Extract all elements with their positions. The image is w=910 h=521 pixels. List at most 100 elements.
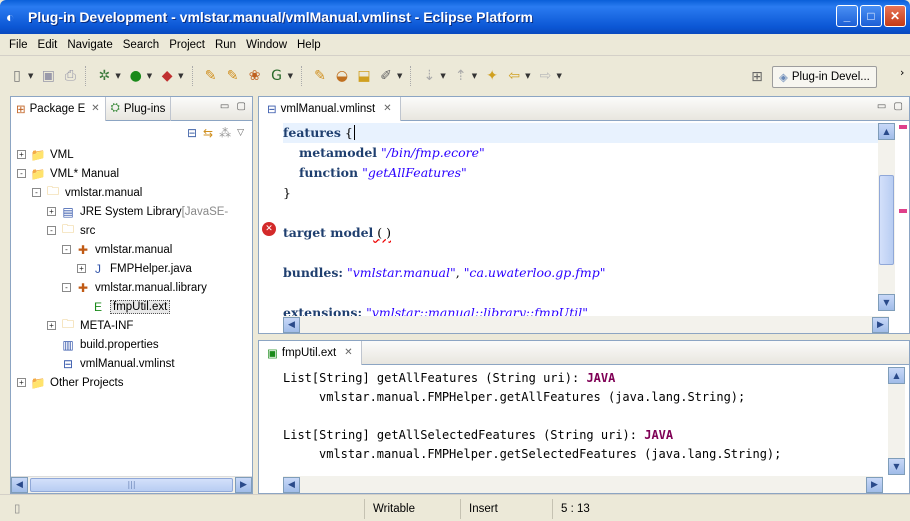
run-dropdown-icon[interactable]: ▼ xyxy=(147,72,152,80)
vertical-scrollbar[interactable]: ▲ ▼ xyxy=(888,367,905,475)
tree-item[interactable]: - 🗀 src xyxy=(17,221,252,240)
save-icon[interactable]: ▣ xyxy=(38,66,58,86)
forward-icon[interactable]: ⇨ xyxy=(536,66,556,86)
minimize-button[interactable]: _ xyxy=(836,5,858,27)
tree-item[interactable]: + ▤ JRE System Library [JavaSE- xyxy=(17,202,252,221)
scroll-left-icon[interactable]: ◀ xyxy=(283,476,300,493)
error-marker-icon[interactable]: ✕ xyxy=(262,222,276,236)
code-line[interactable]: List[String] getAllSelectedFeatures (Str… xyxy=(283,426,781,445)
menu-search[interactable]: Search xyxy=(118,39,164,51)
code-line[interactable]: bundles: "vmlstar.manual", "ca.uwaterloo… xyxy=(283,263,889,283)
horizontal-scrollbar[interactable]: ◀ ▶ xyxy=(283,476,883,493)
scroll-left-icon[interactable]: ◀ xyxy=(11,477,28,493)
horizontal-scrollbar[interactable]: ◀ ▶ xyxy=(283,316,889,333)
menu-navigate[interactable]: Navigate xyxy=(62,39,117,51)
back-icon[interactable]: ⇦ xyxy=(504,66,524,86)
code-line[interactable] xyxy=(283,407,781,426)
code-line[interactable]: target model ( ) xyxy=(283,223,889,243)
new-plugin-dropdown-icon[interactable]: ▼ xyxy=(288,72,293,80)
tree-item[interactable]: ▥ build.properties xyxy=(17,335,252,354)
tree-item[interactable]: ⊟ vmlManual.vmlinst xyxy=(17,354,252,373)
new-dropdown-icon[interactable]: ▼ xyxy=(28,72,33,80)
open-perspective-icon[interactable]: ⊞ xyxy=(747,67,767,87)
menu-edit[interactable]: Edit xyxy=(33,39,63,51)
maximize-button[interactable]: □ xyxy=(860,5,882,27)
code-area[interactable]: features {​metamodel "/bin/fmp.ecore"fun… xyxy=(283,123,889,323)
code-line[interactable]: function "getAllFeatures" xyxy=(283,163,889,183)
filter-icon[interactable]: ⁂ xyxy=(219,126,231,140)
overview-ruler[interactable] xyxy=(896,123,909,311)
expand-icon[interactable]: + xyxy=(47,321,56,330)
expand-icon[interactable]: + xyxy=(17,150,26,159)
tree-item[interactable]: + 📁 Other Projects xyxy=(17,373,252,392)
collapse-icon[interactable]: - xyxy=(17,169,26,178)
new-plugin-icon[interactable]: G xyxy=(267,66,287,86)
code-line[interactable]: vmlstar.manual.FMPHelper.getSelectedFeat… xyxy=(283,445,781,464)
tree-item[interactable]: - 🗀 vmlstar.manual xyxy=(17,183,252,202)
expand-icon[interactable]: + xyxy=(47,207,56,216)
close-tab-icon[interactable]: ✕ xyxy=(383,103,391,114)
minimize-maximize-icon[interactable]: ▭ ▢ xyxy=(220,101,248,112)
scroll-up-icon[interactable]: ▲ xyxy=(888,367,905,384)
debug-dropdown-icon[interactable]: ▼ xyxy=(115,72,120,80)
new-class-icon[interactable]: ❀ xyxy=(245,66,265,86)
scroll-up-icon[interactable]: ▲ xyxy=(878,123,895,140)
tree-item[interactable]: - ✚ vmlstar.manual xyxy=(17,240,252,259)
open-type-icon[interactable]: ✎ xyxy=(310,66,330,86)
tab-vmlmanual-vmlinst[interactable]: ⊟ vmlManual.vmlinst ✕ xyxy=(259,96,401,121)
horizontal-scrollbar[interactable]: ◀ ||| ▶ xyxy=(11,476,252,493)
scroll-down-icon[interactable]: ▼ xyxy=(888,458,905,475)
tree-item[interactable]: EfmpUtil.ext xyxy=(17,297,252,316)
tree-item[interactable]: + 📁 VML xyxy=(17,145,252,164)
open-folder-icon[interactable]: ⬓ xyxy=(354,66,374,86)
next-annotation-dropdown-icon[interactable]: ▼ xyxy=(440,72,445,80)
open-resource-icon[interactable]: ◒ xyxy=(332,66,352,86)
tree-item[interactable]: + J FMPHelper.java xyxy=(17,259,252,278)
menu-run[interactable]: Run xyxy=(210,39,241,51)
close-tab-icon[interactable]: ✕ xyxy=(344,347,352,358)
menu-file[interactable]: File xyxy=(4,39,33,51)
toolbar-overflow-icon[interactable]: › xyxy=(900,66,904,79)
forward-dropdown-icon[interactable]: ▼ xyxy=(557,72,562,80)
debug-icon[interactable]: ✲ xyxy=(94,66,114,86)
scroll-right-icon[interactable]: ▶ xyxy=(866,476,883,493)
vertical-scrollbar[interactable]: ▲ ▼ xyxy=(878,123,895,311)
code-line[interactable] xyxy=(283,243,889,263)
code-line[interactable]: features {​ xyxy=(283,123,889,143)
scroll-right-icon[interactable]: ▶ xyxy=(872,316,889,333)
menu-window[interactable]: Window xyxy=(241,39,292,51)
search-dropdown-icon[interactable]: ▼ xyxy=(397,72,402,80)
collapse-icon[interactable]: - xyxy=(32,188,41,197)
scroll-down-icon[interactable]: ▼ xyxy=(878,294,895,311)
external-tools-icon[interactable]: ◆ xyxy=(157,66,177,86)
previous-annotation-dropdown-icon[interactable]: ▼ xyxy=(472,72,477,80)
menu-project[interactable]: Project xyxy=(164,39,210,51)
code-area[interactable]: List[String] getAllFeatures (String uri)… xyxy=(283,369,781,464)
scroll-thumb[interactable]: ||| xyxy=(30,478,233,492)
code-line[interactable]: List[String] getAllFeatures (String uri)… xyxy=(283,369,781,388)
perspective-plugin-development-button[interactable]: ◈ Plug-in Devel... xyxy=(772,66,877,88)
new-package-icon[interactable]: ✎ xyxy=(223,66,243,86)
tab-plugins[interactable]: ⛭ Plug-ins xyxy=(106,96,172,121)
collapse-all-icon[interactable]: ⊟ xyxy=(187,126,197,140)
print-icon[interactable]: ⎙ xyxy=(60,66,80,86)
code-line[interactable] xyxy=(283,203,889,223)
tree-item[interactable]: + 🗀 META-INF xyxy=(17,316,252,335)
fast-view-icon[interactable]: ▯ xyxy=(14,501,20,515)
next-annotation-icon[interactable]: ⇣ xyxy=(419,66,439,86)
tab-package-explorer[interactable]: ⊞ Package E ✕ xyxy=(11,96,106,121)
search-icon[interactable]: ✐ xyxy=(376,66,396,86)
scroll-thumb[interactable] xyxy=(879,175,894,265)
new-java-project-icon[interactable]: ✎ xyxy=(201,66,221,86)
new-icon[interactable]: ▯ xyxy=(7,66,27,86)
window-title-bar[interactable]: ◐ Plug-in Development - vmlstar.manual/v… xyxy=(0,0,910,34)
code-line[interactable] xyxy=(283,283,889,303)
back-dropdown-icon[interactable]: ▼ xyxy=(525,72,530,80)
expand-icon[interactable]: + xyxy=(77,264,86,273)
scroll-left-icon[interactable]: ◀ xyxy=(283,316,300,333)
collapse-icon[interactable]: - xyxy=(62,245,71,254)
expand-icon[interactable]: + xyxy=(17,378,26,387)
scroll-right-icon[interactable]: ▶ xyxy=(235,477,252,493)
close-button[interactable]: ✕ xyxy=(884,5,906,27)
view-menu-icon[interactable]: ▽ xyxy=(237,128,244,138)
